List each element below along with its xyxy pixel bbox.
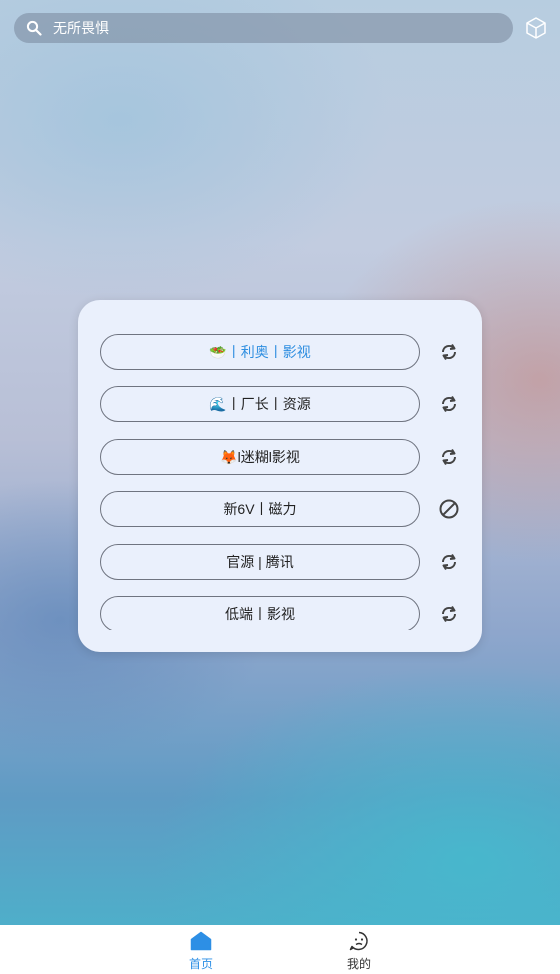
- source-button[interactable]: 官源 | 腾讯: [100, 544, 420, 580]
- source-selector-card: 🥗丨利奥丨影视 🌊丨厂长丨资源 🦊l迷糊l影视 新6V丨磁力 官源 | 腾讯 低…: [78, 300, 482, 652]
- refresh-icon[interactable]: [438, 551, 460, 573]
- source-list[interactable]: 🥗丨利奥丨影视 🌊丨厂长丨资源 🦊l迷糊l影视 新6V丨磁力 官源 | 腾讯 低…: [78, 300, 482, 630]
- source-row: 新6V丨磁力: [100, 491, 460, 529]
- cube-icon[interactable]: [524, 16, 548, 40]
- source-row: 官源 | 腾讯: [100, 544, 460, 582]
- refresh-icon[interactable]: [438, 393, 460, 415]
- source-button[interactable]: 🌊丨厂长丨资源: [100, 386, 420, 422]
- source-button[interactable]: 🥗丨利奥丨影视: [100, 334, 420, 370]
- refresh-icon[interactable]: [438, 446, 460, 468]
- source-button[interactable]: 🦊l迷糊l影视: [100, 439, 420, 475]
- refresh-icon[interactable]: [438, 603, 460, 625]
- source-row: 🌊丨厂长丨资源: [100, 386, 460, 424]
- search-icon: [26, 20, 42, 36]
- nav-mine[interactable]: 我的: [329, 931, 389, 972]
- source-row: 🦊l迷糊l影视: [100, 439, 460, 477]
- source-row: 🥗丨利奥丨影视: [100, 334, 460, 372]
- block-icon[interactable]: [438, 498, 460, 520]
- source-button[interactable]: 新6V丨磁力: [100, 491, 420, 527]
- nav-home-label: 首页: [188, 957, 213, 971]
- face-icon: [348, 931, 370, 951]
- source-button[interactable]: 低端丨影视: [100, 596, 420, 630]
- nav-home[interactable]: 首页: [171, 931, 231, 972]
- search-bar[interactable]: 无所畏惧: [14, 13, 513, 43]
- source-row: 低端丨影视: [100, 596, 460, 630]
- nav-mine-label: 我的: [346, 957, 371, 971]
- refresh-icon[interactable]: [438, 341, 460, 363]
- search-placeholder: 无所畏惧: [53, 20, 109, 36]
- home-icon: [190, 931, 212, 951]
- bottom-nav: 首页 我的: [0, 925, 560, 974]
